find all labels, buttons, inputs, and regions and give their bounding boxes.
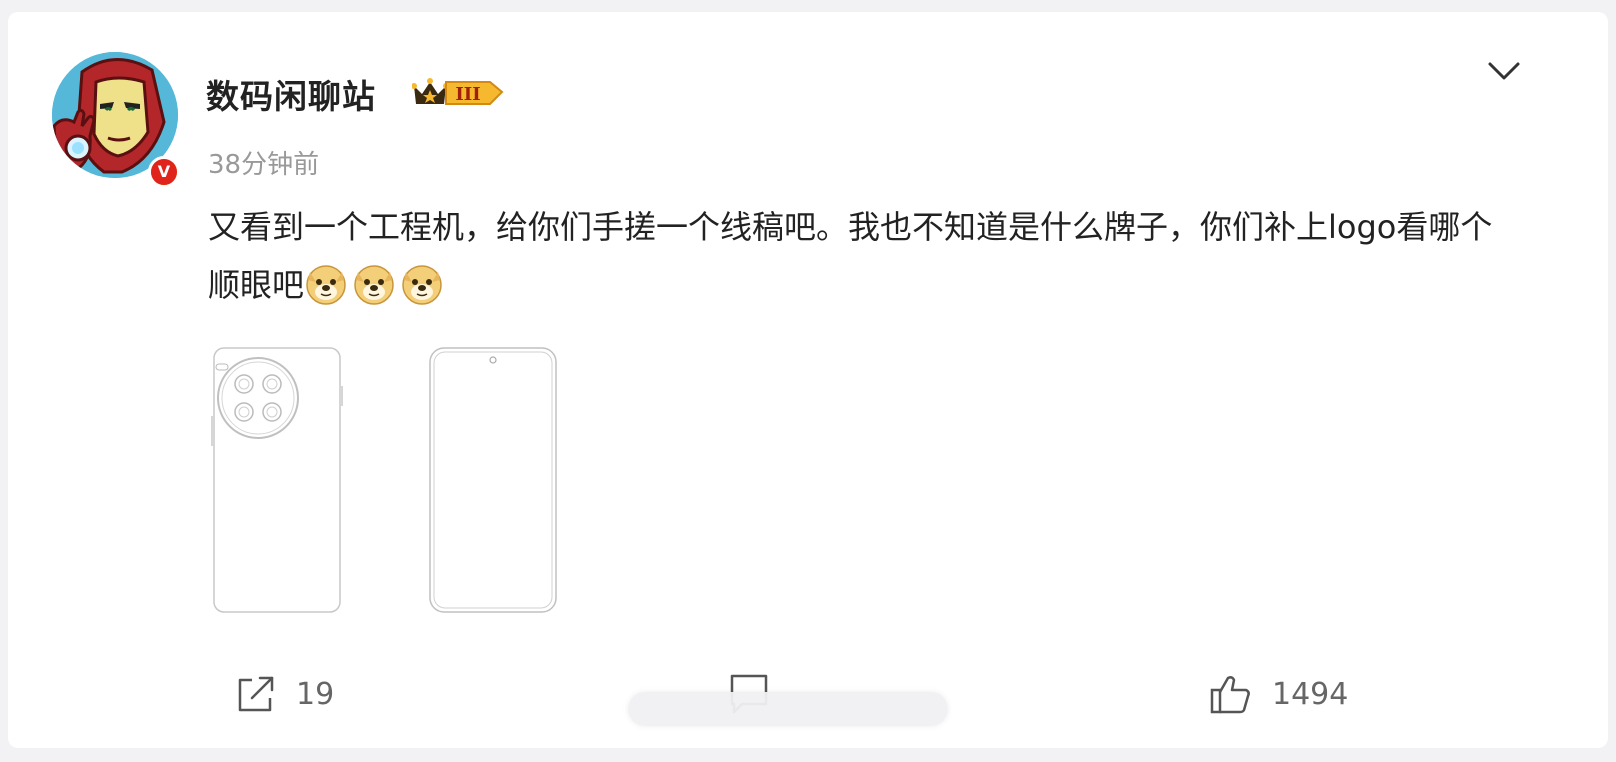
doge-emoji-icon bbox=[400, 262, 444, 306]
chevron-down-icon bbox=[1488, 62, 1520, 80]
like-button[interactable]: 1494 bbox=[1208, 670, 1348, 718]
post-image-phone-front[interactable] bbox=[426, 346, 562, 618]
rank-badge: III bbox=[411, 74, 504, 110]
avatar-container[interactable]: V bbox=[52, 52, 182, 192]
share-button[interactable]: 19 bbox=[236, 670, 334, 718]
post-timestamp: 38分钟前 bbox=[208, 150, 320, 180]
share-icon bbox=[238, 676, 274, 712]
verified-badge-label: V bbox=[151, 159, 177, 185]
more-options-button[interactable] bbox=[1484, 52, 1524, 88]
weibo-post-card: V 数码闲聊站 III 38分钟前 又看到一个工程机，给你们手搓一个线稿吧。我也… bbox=[8, 12, 1608, 748]
like-count: 1494 bbox=[1272, 676, 1349, 712]
post-body: 又看到一个工程机，给你们手搓一个线稿吧。我也不知道是什么牌子，你们补上logo看… bbox=[208, 198, 1498, 314]
crown-rank-icon: III bbox=[411, 78, 504, 105]
rank-label: III bbox=[455, 84, 480, 105]
author-name[interactable]: 数码闲聊站 bbox=[206, 70, 376, 118]
share-count: 19 bbox=[296, 676, 335, 712]
phone-front-sketch-icon bbox=[429, 347, 557, 613]
doge-emoji-icon bbox=[304, 262, 348, 306]
floating-toolbar-overlay bbox=[628, 692, 948, 726]
thumbs-up-icon bbox=[1210, 676, 1250, 714]
post-image-phone-back[interactable] bbox=[208, 346, 344, 618]
verified-badge: V bbox=[148, 156, 180, 188]
phone-back-sketch-icon bbox=[211, 347, 343, 613]
doge-emoji-icon bbox=[352, 262, 396, 306]
